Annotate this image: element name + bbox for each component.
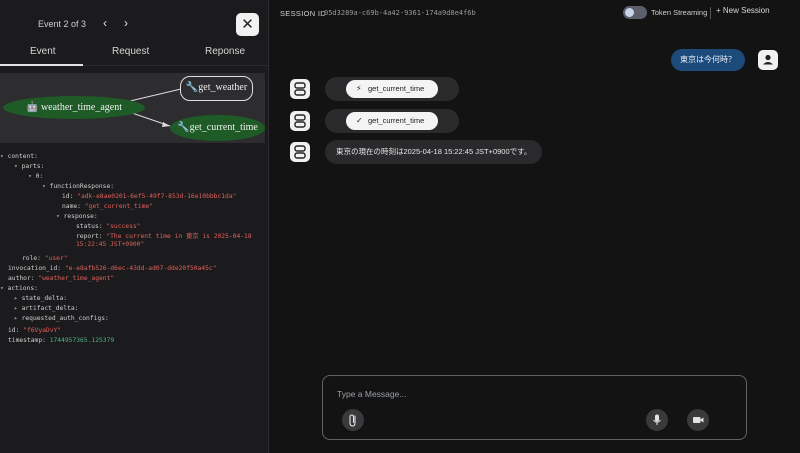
json-key: role: xyxy=(22,255,41,262)
bot-icon xyxy=(294,114,306,128)
expand-toggle[interactable]: ▾ xyxy=(0,153,8,160)
expand-toggle[interactable]: ▾ xyxy=(28,173,36,180)
json-value: "adk-e8ae0201-6ef5-49f7-853d-16e10bbbc1d… xyxy=(77,193,237,200)
tool-node-weather[interactable]: 🔧get_weather xyxy=(180,76,253,101)
new-session-button[interactable]: + New Session xyxy=(716,6,770,15)
toggle-knob xyxy=(625,8,634,17)
tab-event[interactable]: Event xyxy=(30,46,56,57)
chat-area: SESSION ID 05d3289a-c69b-4a42-9361-174a9… xyxy=(270,0,800,453)
json-value: "success" xyxy=(106,223,141,230)
agent-graph: 🤖 weather_time_agent 🔧get_weather 🔧get_c… xyxy=(0,73,265,143)
session-label: SESSION ID xyxy=(280,9,326,18)
agent-node[interactable]: 🤖 weather_time_agent xyxy=(3,96,145,119)
active-tab-indicator xyxy=(0,64,83,66)
bot-avatar xyxy=(290,142,310,162)
microphone-button[interactable] xyxy=(646,409,668,431)
function-call-chip[interactable]: ⚡ get_current_time xyxy=(346,80,438,98)
expand-toggle[interactable]: ▸ xyxy=(14,295,22,302)
bot-icon xyxy=(294,82,306,96)
function-call-label: get_current_time xyxy=(368,84,425,93)
json-key: status: xyxy=(76,223,103,230)
json-key: content: xyxy=(7,153,38,160)
tool-node-time-label: get_current_time xyxy=(189,122,258,133)
expand-toggle[interactable]: ▾ xyxy=(0,285,8,292)
json-key: 0: xyxy=(35,173,44,180)
bot-message-bubble: 東京の現在の時刻は2025-04-18 15:22:45 JST+0900です。 xyxy=(325,140,543,164)
session-id: 05d3289a-c69b-4a42-9361-174a9d8e4f6b xyxy=(324,9,476,17)
tool-node-weather-label: get_weather xyxy=(198,82,248,93)
expand-toggle[interactable]: ▸ xyxy=(14,315,22,322)
json-key: requested_auth_configs: xyxy=(21,315,109,322)
top-bar: SESSION ID 05d3289a-c69b-4a42-9361-174a9… xyxy=(270,0,800,26)
event-panel: Event 2 of 3 ‹ › ✕ Event Request Reponse… xyxy=(0,0,269,453)
agent-node-label: weather_time_agent xyxy=(40,102,123,113)
json-value: "user" xyxy=(44,255,68,262)
prev-event-button[interactable]: ‹ xyxy=(103,16,107,30)
json-value: "The current time in 東京 is 2025-04-18 xyxy=(106,233,252,240)
json-value: "get_current_time" xyxy=(84,203,154,210)
json-key: author: xyxy=(8,275,35,282)
json-key: state_delta: xyxy=(21,295,68,302)
json-key: id: xyxy=(62,193,74,200)
json-key: name: xyxy=(62,203,81,210)
topbar-divider xyxy=(710,7,711,19)
json-key: report: xyxy=(76,233,103,240)
json-value: 1744957365.125379 xyxy=(49,337,115,344)
next-event-button[interactable]: › xyxy=(124,16,128,30)
bot-avatar xyxy=(290,111,310,131)
json-value: 15:22:45 JST+0900" xyxy=(76,241,145,248)
json-key: artifact_delta: xyxy=(21,305,79,312)
bot-avatar xyxy=(290,79,310,99)
json-value: "f6VyaDvY" xyxy=(23,327,62,334)
wrench-icon: 🔧 xyxy=(185,82,199,93)
event-tabs: Event Request Reponse xyxy=(0,40,268,66)
json-value: "weather_time_agent" xyxy=(38,275,115,282)
tab-response[interactable]: Reponse xyxy=(205,46,245,57)
person-icon xyxy=(763,54,773,65)
check-icon: ✓ xyxy=(356,116,363,125)
json-key: timestamp: xyxy=(8,337,46,344)
expand-toggle[interactable]: ▸ xyxy=(14,305,22,312)
message-composer[interactable]: Type a Message... xyxy=(322,375,747,440)
expand-toggle[interactable]: ▾ xyxy=(14,163,22,170)
message-input[interactable]: Type a Message... xyxy=(337,389,406,399)
function-response-row: ✓ get_current_time xyxy=(325,109,459,133)
attach-button[interactable] xyxy=(342,409,364,431)
json-key: parts: xyxy=(21,163,45,170)
microphone-icon xyxy=(653,414,661,425)
json-key: functionResponse: xyxy=(49,183,115,190)
paperclip-icon xyxy=(349,414,356,427)
function-response-chip[interactable]: ✓ get_current_time xyxy=(346,112,438,130)
robot-icon: 🤖 xyxy=(25,102,41,113)
function-call-row: ⚡ get_current_time xyxy=(325,77,459,101)
expand-toggle[interactable]: ▾ xyxy=(56,213,64,220)
bolt-icon: ⚡ xyxy=(356,84,362,93)
tool-node-time[interactable]: 🔧get_current_time xyxy=(170,115,265,141)
json-key: invocation_id: xyxy=(8,265,62,272)
wrench-icon: 🔧 xyxy=(177,122,190,133)
json-value: "e-e8afb526-d6ec-43dd-ad07-dde20f50a45c" xyxy=(64,265,217,272)
function-response-label: get_current_time xyxy=(368,116,425,125)
bot-icon xyxy=(294,145,306,159)
close-icon: ✕ xyxy=(241,16,254,33)
event-counter: Event 2 of 3 xyxy=(38,19,87,29)
tab-request[interactable]: Request xyxy=(112,46,149,57)
user-avatar xyxy=(758,50,778,70)
video-button[interactable] xyxy=(687,409,709,431)
json-key: id: xyxy=(8,327,20,334)
event-header: Event 2 of 3 ‹ › ✕ xyxy=(0,0,268,40)
app-root: Event 2 of 3 ‹ › ✕ Event Request Reponse… xyxy=(0,0,800,453)
token-streaming-toggle[interactable] xyxy=(623,6,647,19)
expand-toggle[interactable]: ▾ xyxy=(42,183,50,190)
json-key: response: xyxy=(63,213,98,220)
token-streaming-label: Token Streaming xyxy=(651,8,708,17)
user-message-bubble: 東京は今何時？ xyxy=(671,49,745,71)
json-key: actions: xyxy=(7,285,38,292)
video-camera-icon xyxy=(693,417,704,423)
close-panel-button[interactable]: ✕ xyxy=(236,13,259,36)
